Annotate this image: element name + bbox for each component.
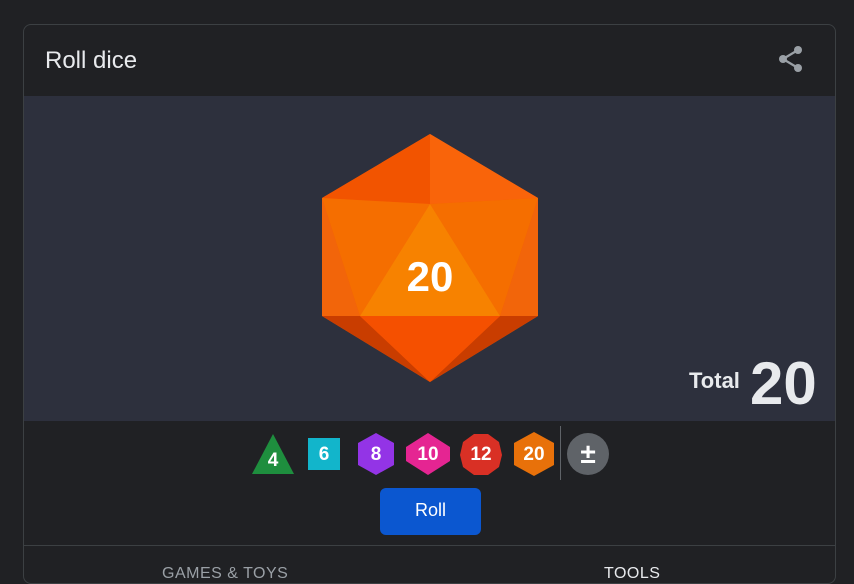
d4-button[interactable]: 4 — [249, 430, 297, 478]
modifier-button[interactable]: ± — [567, 433, 609, 475]
share-icon[interactable] — [777, 45, 805, 73]
roll-button[interactable]: Roll — [380, 488, 481, 535]
d8-button[interactable]: 8 — [352, 430, 400, 478]
total-label: Total — [689, 368, 740, 393]
dice-roller-card: Roll dice 20 Total 20 4 6 8 10 12 20 ± R… — [23, 24, 836, 584]
d10-label: 10 — [417, 444, 439, 465]
plus-minus-icon: ± — [580, 438, 596, 469]
d6-label: 6 — [318, 444, 330, 465]
d20-label: 20 — [523, 444, 545, 465]
die-result-value: 20 — [406, 253, 454, 300]
dice-stage: 20 Total 20 — [24, 96, 835, 421]
d12-button[interactable]: 12 — [457, 430, 505, 478]
d10-button[interactable]: 10 — [404, 430, 452, 478]
d4-label: 4 — [267, 450, 279, 471]
card-header: Roll dice — [24, 25, 835, 96]
tab-games-and-toys[interactable]: GAMES & TOYS — [162, 565, 288, 583]
tab-tools[interactable]: TOOLS — [604, 565, 660, 583]
total-value: 20 — [750, 350, 817, 417]
dice-selector: 4 6 8 10 12 20 — [24, 425, 835, 485]
d8-label: 8 — [370, 444, 382, 465]
selector-divider — [560, 426, 561, 480]
d6-button[interactable]: 6 — [300, 430, 348, 478]
card-title: Roll dice — [45, 47, 138, 74]
d20-button[interactable]: 20 — [510, 430, 558, 478]
tabs-divider — [24, 545, 835, 546]
d12-label: 12 — [470, 444, 492, 465]
